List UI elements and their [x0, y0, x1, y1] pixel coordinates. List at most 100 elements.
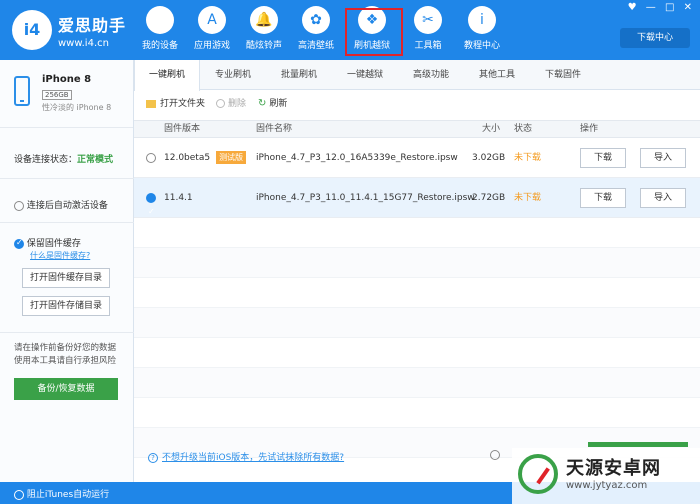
firmware-size: 2.72GB [472, 193, 506, 203]
table-header: 固件版本 固件名称 大小 状态 操作 [134, 120, 700, 138]
auto-activate-option[interactable]: 连接后自动激活设备 [14, 198, 108, 211]
delete-icon [216, 99, 225, 108]
checkbox-checked-icon [14, 238, 24, 249]
tab-batch-flash[interactable]: 批量刷机 [266, 60, 332, 90]
divider [0, 332, 134, 333]
option-label: 连接后自动激活设备 [26, 201, 108, 211]
open-cache-dir-button[interactable]: 打开固件缓存目录 [22, 268, 110, 288]
phone-icon [14, 76, 30, 106]
header-version: 固件版本 [164, 124, 201, 134]
download-center-button[interactable]: 下载中心 [620, 28, 690, 48]
firmware-version: 11.4.1 [164, 193, 193, 203]
beta-badge: 测试版 [216, 151, 247, 164]
header-name: 固件名称 [256, 124, 293, 134]
nav-label: 教程中心 [463, 41, 500, 51]
backup-restore-button[interactable]: 备份/恢复数据 [14, 378, 118, 400]
nav-label: 我的设备 [141, 41, 178, 51]
bell-icon: 🔔 [250, 6, 278, 34]
appstore-icon: A [198, 6, 226, 34]
open-folder-button[interactable]: 打开文件夹 [146, 96, 205, 109]
erase-link-text: 不想升级当前iOS版本，先试试抹除所有数据? [162, 453, 345, 463]
divider [0, 222, 134, 223]
i4-logo: i4 [12, 10, 52, 50]
device-card: iPhone 8 256GB 性冷淡的 iPhone 8 [0, 60, 133, 128]
tab-other-tools[interactable]: 其他工具 [464, 60, 530, 90]
import-button[interactable]: 导入 [640, 188, 686, 208]
delete-button[interactable]: 删除 [216, 96, 246, 109]
nav-my-device[interactable]: 我的设备 [134, 6, 186, 58]
empty-row [134, 248, 700, 278]
risk-warning: 请在操作前备份好您的数据使用本工具请自行承担风险 [14, 343, 117, 366]
minimize-icon[interactable]: — [646, 2, 656, 13]
nav-toolbox[interactable]: ✂ 工具箱 [402, 6, 454, 58]
empty-row [134, 308, 700, 338]
empty-row [134, 338, 700, 368]
option-label: 保留固件缓存 [26, 239, 81, 249]
erase-data-link[interactable]: ? 不想升级当前iOS版本，先试试抹除所有数据? [148, 450, 344, 463]
row-radio[interactable] [146, 178, 156, 232]
sub-tabs: 一键刷机 专业刷机 批量刷机 一键越狱 高级功能 其他工具 下载固件 [134, 60, 700, 91]
conn-label: 设备连接状态： [14, 155, 78, 165]
question-icon: ? [148, 453, 158, 463]
connection-status: 设备连接状态：正常模式 [14, 152, 113, 165]
keep-cache-option[interactable]: 保留固件缓存 [14, 236, 81, 249]
maximize-icon[interactable]: □ [665, 2, 674, 13]
cache-help-link[interactable]: 什么是固件缓存? [30, 250, 90, 261]
toolbar-label: 打开文件夹 [160, 99, 206, 109]
firmware-name: iPhone_4.7_P3_12.0_16A5339e_Restore.ipsw [256, 153, 458, 163]
nav-label: 高清壁纸 [297, 41, 334, 51]
firmware-name: iPhone_4.7_P3_11.0_11.4.1_15G77_Restore.… [256, 193, 475, 203]
close-icon[interactable]: ✕ [684, 2, 692, 13]
tab-advanced[interactable]: 高级功能 [398, 60, 464, 90]
nav-apps[interactable]: A 应用游戏 [186, 6, 238, 58]
nav-label: 酷炫铃声 [245, 41, 282, 51]
option-label: 阻止iTunes自动运行 [26, 490, 110, 500]
table-row[interactable]: 11.4.1 iPhone_4.7_P3_11.0_11.4.1_15G77_R… [134, 178, 700, 232]
conn-value: 正常模式 [77, 155, 114, 165]
download-button[interactable]: 下载 [580, 148, 626, 168]
nav-label: 应用游戏 [193, 41, 230, 51]
radio-icon [490, 450, 500, 460]
nav-label: 工具箱 [414, 41, 442, 51]
radio-icon [14, 489, 24, 500]
tools-icon: ✂ [414, 6, 442, 34]
firmware-size: 3.02GB [472, 153, 506, 163]
download-button[interactable]: 下载 [580, 188, 626, 208]
bottom-option-radio[interactable] [490, 450, 500, 461]
tab-one-click-jailbreak[interactable]: 一键越狱 [332, 60, 398, 90]
tab-download-firmware[interactable]: 下载固件 [530, 60, 596, 90]
device-name: iPhone 8 [42, 74, 92, 85]
nav-tutorials[interactable]: i 教程中心 [456, 6, 508, 58]
nav-wallpapers[interactable]: ✿ 高清壁纸 [290, 6, 342, 58]
nav-ringtones[interactable]: 🔔 酷炫铃声 [238, 6, 290, 58]
empty-row [134, 398, 700, 428]
info-icon: i [468, 6, 496, 34]
open-store-dir-button[interactable]: 打开固件存储目录 [22, 296, 110, 316]
empty-row [134, 218, 700, 248]
refresh-button[interactable]: ↻ 刷新 [258, 96, 287, 109]
firmware-version: 12.0beta5 测试版 [164, 138, 247, 178]
download-status: 未下载 [514, 153, 542, 163]
tab-one-click-flash[interactable]: 一键刷机 [134, 60, 200, 91]
import-button[interactable]: 导入 [640, 148, 686, 168]
flash-now-button[interactable] [588, 442, 688, 447]
firmware-table: 固件版本 固件名称 大小 状态 操作 12.0beta5 测试版 iPhone_4… [134, 120, 700, 458]
divider [0, 178, 134, 179]
toolbar-label: 删除 [228, 99, 247, 109]
window-controls: ♥ — □ ✕ [622, 2, 692, 13]
apple-icon [146, 6, 174, 34]
empty-row [134, 368, 700, 398]
radio-checked-icon [146, 192, 156, 232]
version-text: 12.0beta5 [164, 153, 211, 163]
brand: 爱思助手 www.i4.cn [58, 12, 126, 49]
row-radio[interactable] [146, 138, 156, 178]
table-row[interactable]: 12.0beta5 测试版 iPhone_4.7_P3_12.0_16A5339e… [134, 138, 700, 178]
watermark: 天源安卓网 www.jytyaz.com [512, 448, 700, 504]
block-itunes-option[interactable]: 阻止iTunes自动运行 [14, 487, 109, 500]
nav-highlight-box [345, 8, 403, 56]
skin-icon[interactable]: ♥ [628, 2, 637, 13]
device-nickname: 性冷淡的 iPhone 8 [42, 103, 112, 112]
header-status: 状态 [514, 124, 533, 134]
tab-pro-flash[interactable]: 专业刷机 [200, 60, 266, 90]
flower-icon: ✿ [302, 6, 330, 34]
